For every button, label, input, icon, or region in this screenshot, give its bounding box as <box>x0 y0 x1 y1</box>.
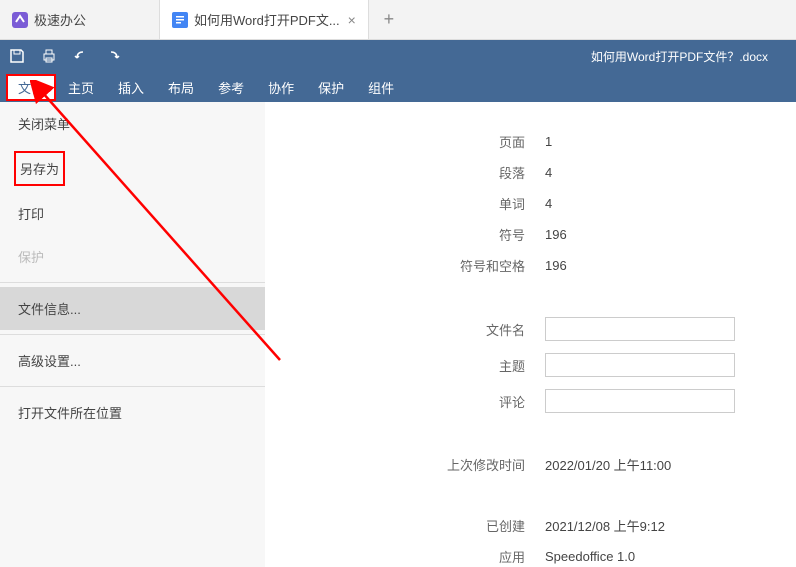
label-paragraphs: 段落 <box>305 163 545 182</box>
label-pages: 页面 <box>305 132 545 151</box>
main-area: 关闭菜单 另存为 打印 保护 文件信息... 高级设置... 打开文件所在位置 … <box>0 102 796 567</box>
close-tab-icon[interactable]: × <box>348 12 356 28</box>
label-filename: 文件名 <box>305 320 545 339</box>
side-advanced[interactable]: 高级设置... <box>0 339 265 382</box>
side-open-location[interactable]: 打开文件所在位置 <box>0 391 265 434</box>
app-tab-home[interactable]: 极速办公 <box>0 0 160 39</box>
undo-icon[interactable] <box>72 47 90 65</box>
input-subject[interactable] <box>545 353 735 377</box>
label-created: 已创建 <box>305 516 545 535</box>
menu-collab[interactable]: 协作 <box>256 74 306 101</box>
menu-file[interactable]: 文件 <box>6 74 56 101</box>
val-symbols-spaces: 196 <box>545 258 725 273</box>
val-pages: 1 <box>545 134 725 149</box>
tab-title: 如何用Word打开PDF文... <box>194 10 340 29</box>
label-app: 应用 <box>305 547 545 566</box>
menu-bar: 文件 主页 插入 布局 参考 协作 保护 组件 <box>0 72 796 102</box>
doc-icon <box>172 12 188 28</box>
menu-component[interactable]: 组件 <box>356 74 406 101</box>
save-icon[interactable] <box>8 47 26 65</box>
new-tab-button[interactable]: + <box>369 9 409 30</box>
input-comment[interactable] <box>545 389 735 413</box>
menu-home[interactable]: 主页 <box>56 74 106 101</box>
divider <box>0 334 265 335</box>
divider <box>0 386 265 387</box>
label-words: 单词 <box>305 194 545 213</box>
val-paragraphs: 4 <box>545 165 725 180</box>
label-comment: 评论 <box>305 392 545 411</box>
label-symbols-spaces: 符号和空格 <box>305 256 545 275</box>
document-title: 如何用Word打开PDF文件？.docx <box>136 48 788 65</box>
print-icon[interactable] <box>40 47 58 65</box>
val-symbols: 196 <box>545 227 725 242</box>
side-print[interactable]: 打印 <box>0 192 265 235</box>
label-subject: 主题 <box>305 356 545 375</box>
menu-reference[interactable]: 参考 <box>206 74 256 101</box>
divider <box>0 282 265 283</box>
label-symbols: 符号 <box>305 225 545 244</box>
app-logo-icon <box>12 12 28 28</box>
val-created: 2021/12/08 上午9:12 <box>545 516 725 535</box>
side-file-info[interactable]: 文件信息... <box>0 287 265 330</box>
app-name: 极速办公 <box>34 10 86 29</box>
file-sidebar: 关闭菜单 另存为 打印 保护 文件信息... 高级设置... 打开文件所在位置 <box>0 102 265 567</box>
menu-protect[interactable]: 保护 <box>306 74 356 101</box>
file-info-panel: 页面1 段落4 单词4 符号196 符号和空格196 文件名 主题 评论 上次修… <box>265 102 796 567</box>
val-words: 4 <box>545 196 725 211</box>
document-tab[interactable]: 如何用Word打开PDF文... × <box>160 0 369 39</box>
quick-toolbar: 如何用Word打开PDF文件？.docx <box>0 40 796 72</box>
val-modified: 2022/01/20 上午11:00 <box>545 455 725 474</box>
side-save-as[interactable]: 另存为 <box>14 151 65 186</box>
side-close-menu[interactable]: 关闭菜单 <box>0 102 265 145</box>
redo-icon[interactable] <box>104 47 122 65</box>
val-app: Speedoffice 1.0 <box>545 549 725 564</box>
label-modified: 上次修改时间 <box>305 455 545 474</box>
title-bar: 极速办公 如何用Word打开PDF文... × + <box>0 0 796 40</box>
menu-layout[interactable]: 布局 <box>156 74 206 101</box>
menu-insert[interactable]: 插入 <box>106 74 156 101</box>
side-protect: 保护 <box>0 235 265 278</box>
input-filename[interactable] <box>545 317 735 341</box>
